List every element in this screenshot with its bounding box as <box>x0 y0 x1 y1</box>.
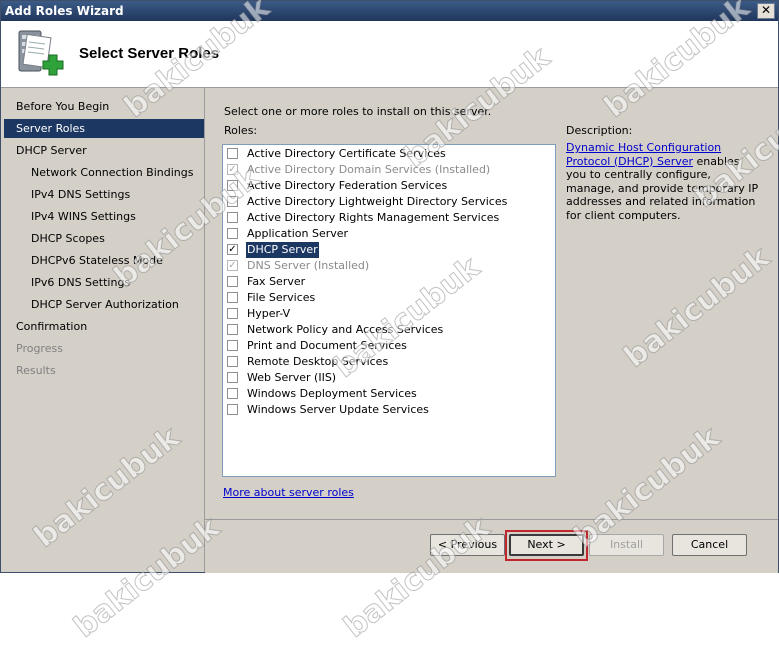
title-bar[interactable]: Add Roles Wizard ✕ <box>1 1 778 21</box>
role-checkbox[interactable] <box>227 308 238 319</box>
role-checkbox[interactable] <box>227 292 238 303</box>
role-label: DNS Server (Installed) <box>247 259 370 272</box>
role-label: DHCP Server <box>246 242 319 258</box>
cancel-button[interactable]: Cancel <box>672 534 747 556</box>
roles-label: Roles: <box>224 124 258 137</box>
role-label: Active Directory Rights Management Servi… <box>247 211 500 224</box>
instructions-text: Select one or more roles to install on t… <box>224 105 492 118</box>
role-label: Fax Server <box>247 275 306 288</box>
nav-item: DHCP Server Authorization <box>31 298 179 311</box>
role-label: Active Directory Federation Services <box>247 179 448 192</box>
nav-item: DHCP Scopes <box>31 232 105 245</box>
role-checkbox[interactable] <box>227 180 238 191</box>
role-checkbox[interactable] <box>227 356 238 367</box>
nav-item: Results <box>16 364 56 377</box>
role-checkbox[interactable] <box>227 148 238 159</box>
role-checkbox[interactable] <box>227 196 238 207</box>
role-checkbox[interactable] <box>227 324 238 335</box>
nav-item: Progress <box>16 342 63 355</box>
role-checkbox[interactable] <box>227 228 238 239</box>
wizard-window: Add Roles Wizard ✕ Select Server Roles B… <box>0 0 779 573</box>
description-label: Description: <box>566 124 633 137</box>
role-checkbox[interactable] <box>227 340 238 351</box>
role-checkbox[interactable] <box>227 212 238 223</box>
button-bar: < Previous Next > Install Cancel <box>205 519 778 573</box>
close-icon: ✕ <box>760 3 772 17</box>
role-label: Windows Deployment Services <box>247 387 417 400</box>
role-label: Windows Server Update Services <box>247 403 429 416</box>
nav-item: Server Roles <box>4 119 204 138</box>
next-button[interactable]: Next > <box>509 534 584 556</box>
role-checkbox[interactable] <box>227 388 238 399</box>
role-label: Print and Document Services <box>247 339 407 352</box>
role-checkbox[interactable] <box>227 276 238 287</box>
main-panel: Select one or more roles to install on t… <box>205 88 778 519</box>
nav-item: IPv6 DNS Settings <box>31 276 131 289</box>
description-text: Dynamic Host Configuration Protocol (DHC… <box>566 141 761 222</box>
nav-item: DHCP Server <box>16 144 87 157</box>
role-label: Active Directory Domain Services (Instal… <box>247 163 491 176</box>
nav-item: IPv4 DNS Settings <box>31 188 131 201</box>
role-checkbox[interactable]: ✓ <box>227 244 238 255</box>
role-label: Application Server <box>247 227 349 240</box>
page-title: Select Server Roles <box>79 45 220 62</box>
close-button[interactable]: ✕ <box>757 3 775 19</box>
more-about-roles-link[interactable]: More about server roles <box>223 486 354 499</box>
role-checkbox[interactable] <box>227 404 238 415</box>
role-checkbox: ✓ <box>227 260 238 271</box>
role-checkbox[interactable] <box>227 372 238 383</box>
nav-item: Confirmation <box>16 320 88 333</box>
nav-item: DHCPv6 Stateless Mode <box>31 254 163 267</box>
wizard-header: Select Server Roles <box>1 21 778 88</box>
window-title: Add Roles Wizard <box>5 4 124 18</box>
role-label: Hyper-V <box>247 307 291 320</box>
install-button[interactable]: Install <box>589 534 664 556</box>
role-label: Active Directory Certificate Services <box>247 147 446 160</box>
roles-listbox[interactable]: Active Directory Certificate Services ✓ Ac… <box>222 144 556 477</box>
role-label: Network Policy and Access Services <box>247 323 444 336</box>
nav-item: Before You Begin <box>16 100 110 113</box>
nav-item: Network Connection Bindings <box>31 166 194 179</box>
previous-button[interactable]: < Previous <box>430 534 505 556</box>
role-label: File Services <box>247 291 316 304</box>
role-label: Active Directory Lightweight Directory S… <box>247 195 508 208</box>
role-label: Web Server (IIS) <box>247 371 337 384</box>
server-add-icon <box>18 30 64 76</box>
role-label: Remote Desktop Services <box>247 355 389 368</box>
nav-item: IPv4 WINS Settings <box>31 210 136 223</box>
wizard-nav: Before You Begin Server Roles DHCP Server N… <box>1 88 205 572</box>
role-checkbox: ✓ <box>227 164 238 175</box>
